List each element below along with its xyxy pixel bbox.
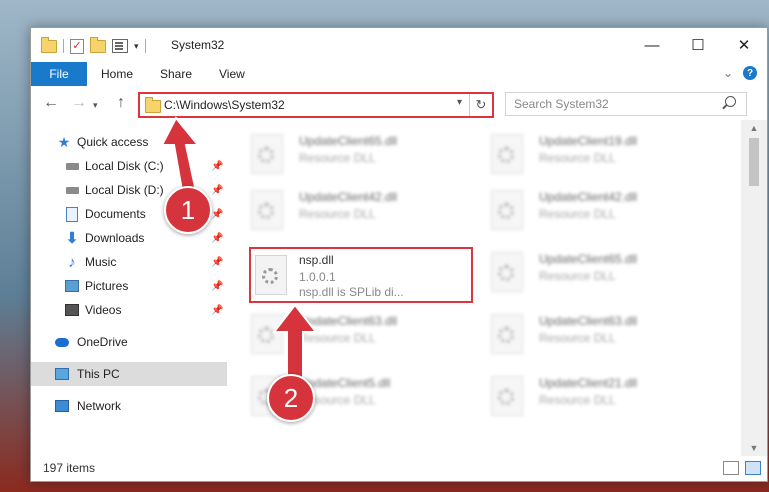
arrow-2 bbox=[271, 303, 319, 379]
step-1-badge: 1 bbox=[164, 186, 212, 234]
step-2-badge: 2 bbox=[267, 374, 315, 422]
annotation-arrows bbox=[160, 116, 319, 379]
arrow-1 bbox=[160, 116, 201, 197]
